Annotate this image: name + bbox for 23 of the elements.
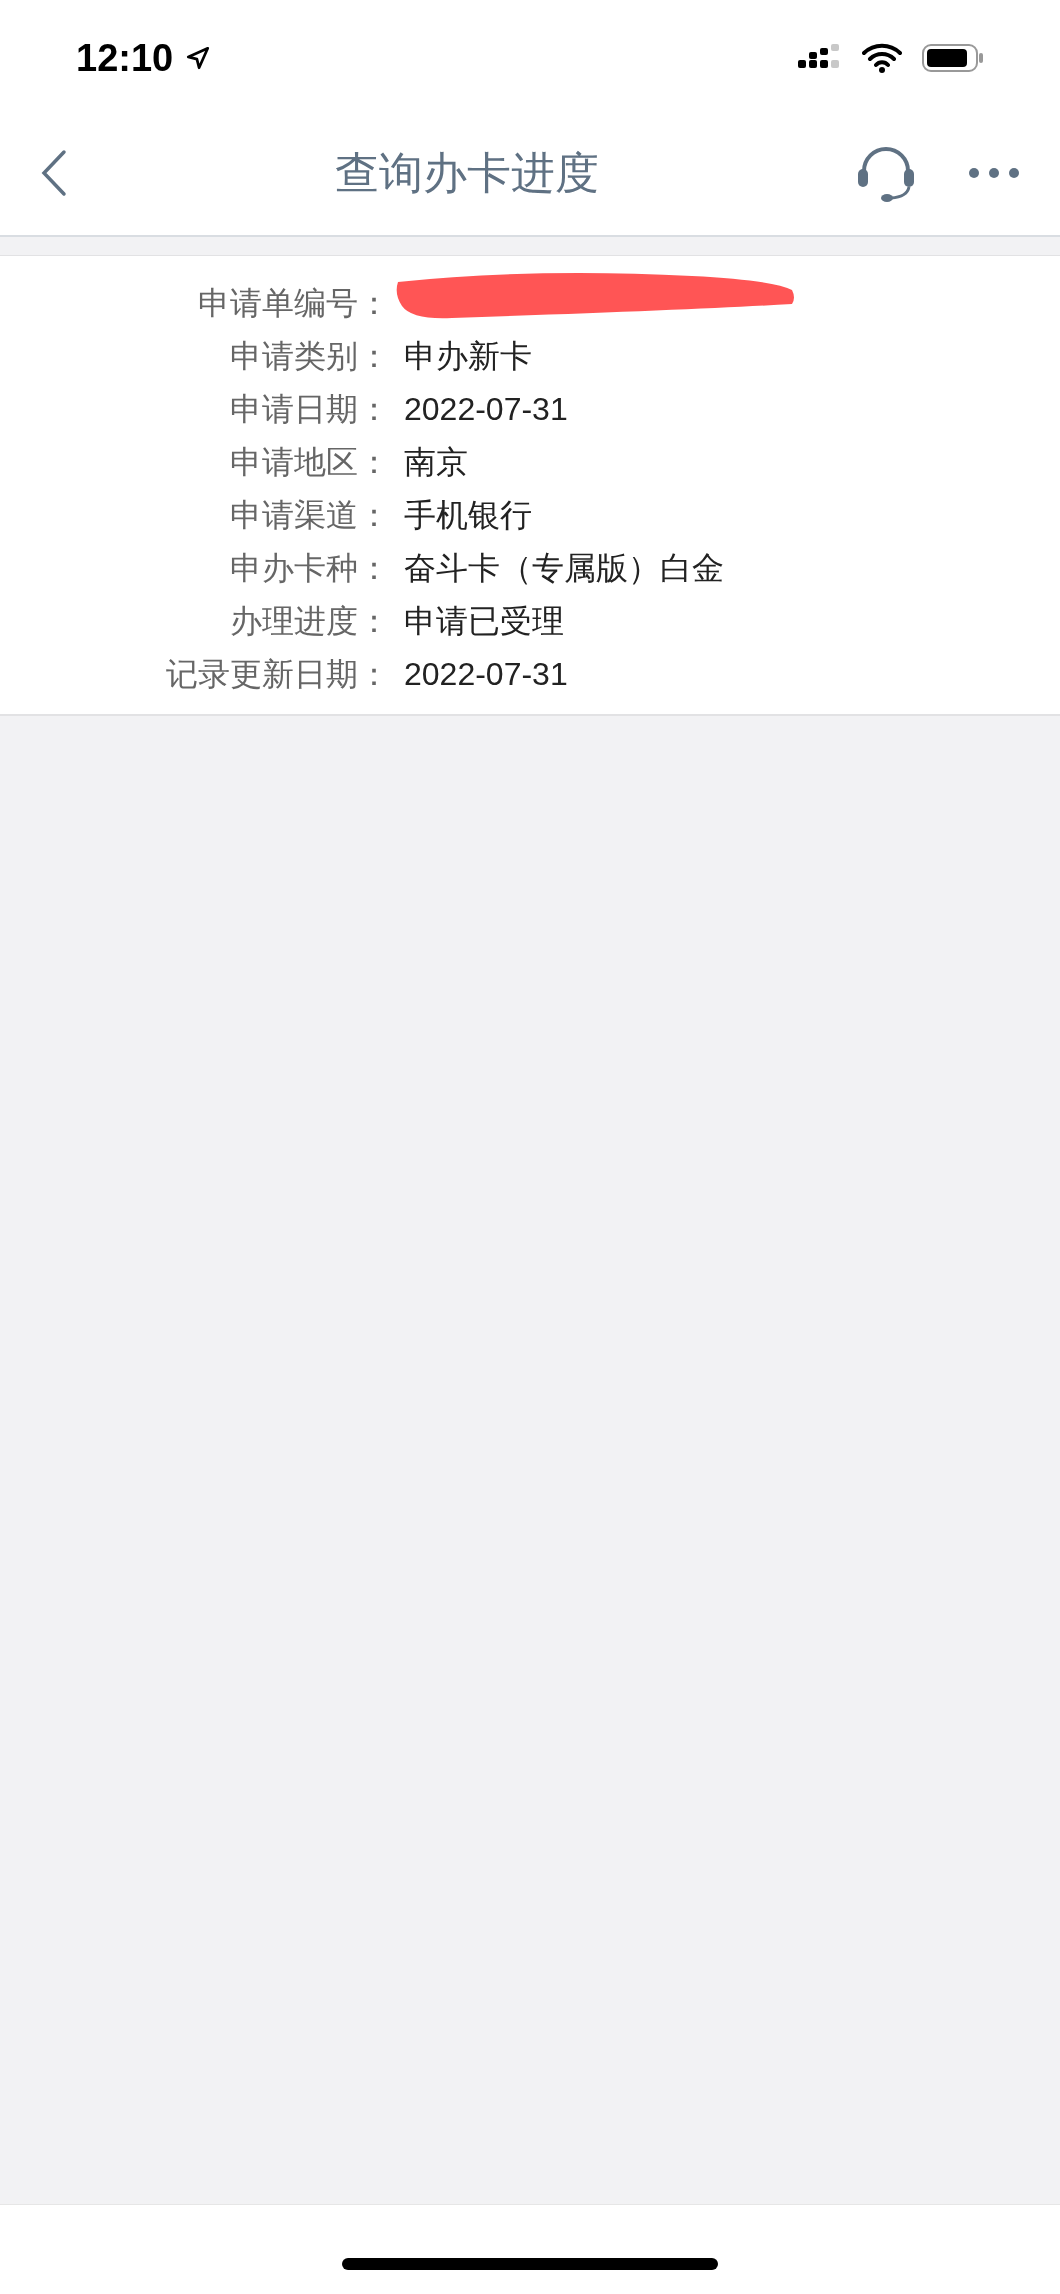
- field-label: 办理进度：: [229, 601, 390, 641]
- field-label: 记录更新日期：: [165, 654, 390, 694]
- field-value: 2022-07-31: [404, 389, 568, 429]
- field-label: 申请渠道：: [229, 495, 390, 535]
- page-title: 查询办卡进度: [335, 146, 599, 199]
- chevron-left-icon: [40, 147, 68, 198]
- field-value: 南京: [404, 442, 468, 482]
- location-arrow-icon: [185, 45, 212, 71]
- field-label: 申请日期：: [229, 389, 390, 429]
- field-label: 申请类别：: [229, 336, 390, 376]
- more-dots-icon: [968, 166, 1020, 179]
- field-value: 2022-07-31: [404, 654, 568, 694]
- field-value: 手机银行: [404, 495, 532, 535]
- field-label: 申办卡种：: [229, 548, 390, 588]
- field-value: 奋斗卡（专属版）白金: [404, 548, 724, 588]
- field-value: 申办新卡: [404, 336, 532, 376]
- more-button[interactable]: [968, 166, 1020, 179]
- field-label: 申请单编号：: [197, 283, 390, 323]
- status-time: 12:10: [76, 35, 174, 81]
- field-value: 申请已受理: [404, 601, 564, 641]
- wifi-icon: [862, 43, 902, 73]
- field-label: 申请地区：: [229, 442, 390, 482]
- battery-icon: [922, 43, 984, 73]
